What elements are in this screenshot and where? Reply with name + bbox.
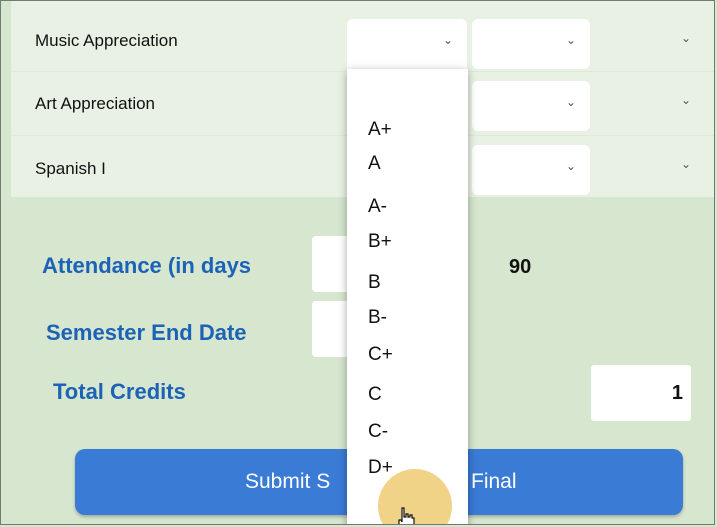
course-name: Art Appreciation [35,94,156,113]
grade-select-2[interactable]: ⌄ [472,19,590,69]
grade-option[interactable]: C+ [368,344,393,366]
attendance-label: Attendance (in days [42,253,252,278]
grade-option[interactable]: A [368,153,381,175]
grade-option[interactable]: B+ [368,231,392,253]
grade-option[interactable]: D+ [368,457,393,479]
grade-select-2[interactable]: ⌄ [472,145,590,195]
chevron-down-icon: ⌄ [442,33,453,47]
chevron-down-icon[interactable]: ⌄ [681,157,691,171]
submit-label-left: Submit S [245,470,331,493]
grade-select-1[interactable]: ⌄ [347,19,467,71]
course-name: Music Appreciation [35,31,178,50]
chevron-down-icon[interactable]: ⌄ [681,93,691,107]
chevron-down-icon[interactable]: ⌄ [681,31,691,45]
total-credits-label: Total Credits [53,379,186,404]
attendance-value: 90 [509,256,532,278]
grade-option[interactable]: A+ [368,119,392,141]
attendance-input[interactable] [312,236,352,292]
chevron-down-icon: ⌄ [565,95,576,109]
grade-option[interactable]: B [368,272,381,294]
submit-label-right: Final [471,470,517,493]
grade-option[interactable]: A- [368,196,387,218]
chevron-down-icon: ⌄ [565,159,576,173]
total-credits-input[interactable]: 1 [591,365,691,421]
semester-end-label: Semester End Date [46,320,247,345]
chevron-down-icon: ⌄ [565,33,576,47]
grade-option[interactable]: B- [368,307,387,329]
report-card-form: Music Appreciation ⌄ ⌄ ⌄ Art Appreciatio… [0,0,715,525]
total-credits-value: 1 [671,382,683,404]
grade-dropdown-list[interactable]: A+ A A- B+ B B- C+ C C- D+ [347,69,468,524]
grade-option[interactable]: C [368,384,382,406]
grade-option[interactable]: C- [368,421,388,443]
grade-select-2[interactable]: ⌄ [472,81,590,131]
semester-end-input[interactable] [312,301,352,357]
hand-pointer-icon [398,507,415,524]
course-name: Spanish I [35,159,106,178]
course-row: Music Appreciation ⌄ ⌄ ⌄ [11,9,714,72]
